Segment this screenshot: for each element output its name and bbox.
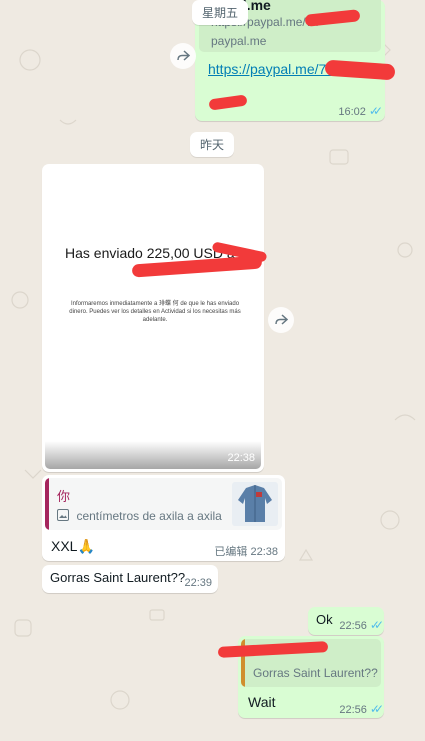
image-content[interactable]: Has enviado 225,00 USD a Informaremos in…	[45, 167, 261, 469]
message-time: 22:56 ✓✓	[339, 702, 384, 716]
date-chip-yesterday: 昨天	[190, 132, 235, 157]
time-label: 22:38	[250, 546, 278, 558]
forward-arrow-icon	[275, 314, 288, 325]
ok-message-bubble[interactable]: Ok 22:56 ✓✓	[308, 607, 384, 635]
message-text: Ok	[316, 612, 333, 627]
payment-body: Informaremos inmediatamente a 琲蝶 何 de qu…	[69, 301, 241, 323]
image-time: 22:38	[227, 452, 255, 464]
quoted-line: centímetros de axila a axila	[57, 507, 222, 525]
message-time: 16:02 ✓✓	[338, 104, 383, 118]
quoted-sender: 你	[57, 489, 71, 504]
time-label: 22:56	[339, 620, 367, 632]
date-chip-friday: 星期五	[192, 0, 249, 25]
double-check-icon: ✓✓	[369, 702, 384, 716]
message-time: 22:56 ✓✓	[339, 618, 384, 632]
time-label: 22:56	[339, 704, 367, 716]
message-text: Gorras Saint Laurent??	[50, 570, 186, 585]
time-label: 16:02	[338, 106, 366, 118]
edited-label: 已编辑	[214, 546, 248, 558]
message-text: Wait	[248, 694, 276, 710]
redaction-mark	[208, 94, 248, 111]
quoted-text: centímetros de axila a axila	[76, 509, 222, 523]
quoted-text: Gorras Saint Laurent??	[253, 666, 378, 680]
time-label: 22:39	[184, 577, 212, 589]
reply-message-bubble[interactable]: 你 centímetros de axila a axila XXL🙏 已编辑 …	[42, 475, 285, 561]
reply-text: XXL🙏	[51, 538, 95, 554]
message-meta: 已编辑 22:38	[214, 543, 278, 559]
preview-domain: paypal.me	[211, 34, 267, 48]
image-message-bubble[interactable]: Has enviado 225,00 USD a Informaremos in…	[42, 164, 268, 472]
forward-button[interactable]	[170, 43, 196, 69]
quoted-message[interactable]: 你 centímetros de axila a axila	[45, 478, 282, 530]
quoted-thumbnail	[232, 482, 278, 526]
text-message-bubble[interactable]: Gorras Saint Laurent?? 22:39	[42, 565, 218, 593]
jacket-thumbnail-image	[238, 485, 272, 522]
forward-button[interactable]	[268, 307, 294, 333]
double-check-icon: ✓✓	[368, 104, 383, 118]
image-icon	[57, 509, 69, 521]
wait-message-bubble[interactable]: Gorras Saint Laurent?? Wait 22:56 ✓✓	[217, 636, 384, 718]
quote-bar	[45, 478, 49, 530]
double-check-icon: ✓✓	[369, 618, 384, 632]
paypal-link-text: https://paypal.me/74	[208, 61, 335, 77]
forward-arrow-icon	[177, 50, 190, 61]
